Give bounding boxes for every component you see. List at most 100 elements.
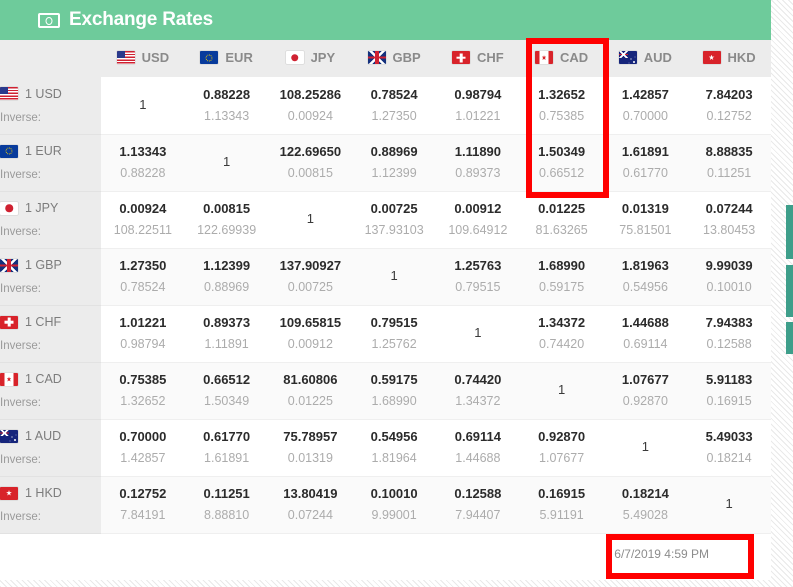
inverse-rate-value: 1.68990 — [371, 393, 417, 408]
rate-value: 1.27350 — [119, 257, 167, 273]
rate-cell: 0.16915 5.91191 — [519, 476, 604, 534]
rate-value: 137.90927 — [279, 257, 342, 273]
rate-value: 0.16915 — [538, 485, 586, 501]
column-header-chf: CHF — [436, 40, 520, 77]
rate-value: 5.49033 — [705, 428, 753, 444]
rate-cell: 1 — [352, 248, 436, 306]
rate-cell: 0.01319 75.81501 — [603, 191, 688, 249]
rate-cell: 1.07677 0.92870 — [603, 362, 688, 420]
rate-cell: 1.25763 0.79515 — [436, 248, 520, 306]
inverse-rate-value: 1.13343 — [204, 108, 250, 123]
inverse-label: Inverse: — [0, 454, 41, 466]
inverse-rate-value: 0.75385 — [539, 108, 585, 123]
flag-gbp-icon — [0, 258, 18, 272]
flag-eur-icon — [200, 51, 219, 64]
row-header-jpy: 1 JPY Inverse: — [0, 191, 101, 249]
rate-cell: 1.81963 0.54956 — [603, 248, 688, 306]
rate-cell: 0.11251 8.88810 — [184, 476, 269, 534]
rate-value: 0.70000 — [119, 428, 167, 444]
inverse-rate-value: 0.66512 — [539, 165, 585, 180]
money-bill-icon — [38, 13, 60, 28]
flag-chf-icon — [452, 51, 471, 64]
rate-value: 1.42857 — [621, 86, 669, 102]
row-header-usd: 1 USD Inverse: — [0, 77, 101, 135]
rate-cell: 0.00912 109.64912 — [436, 191, 520, 249]
inverse-rate-value: 7.84191 — [120, 507, 166, 522]
rate-cell: 0.01225 81.63265 — [519, 191, 604, 249]
table-header-row: USD EUR JPY GBP CHF CAD AUD HKD — [0, 40, 771, 77]
table-row: 1 AUD Inverse: 0.70000 1.42857 0.61770 1.6189… — [0, 419, 771, 477]
rate-value: 1.32652 — [538, 86, 586, 102]
rate-value: 0.12752 — [119, 485, 167, 501]
rate-cell: 1 — [268, 191, 353, 249]
inverse-rate-value: 0.88969 — [204, 279, 250, 294]
inverse-rate-value: 1.07677 — [539, 450, 585, 465]
rate-cell: 0.54956 1.81964 — [352, 419, 436, 477]
rate-value: 75.78957 — [283, 428, 338, 444]
flag-gbp-icon — [367, 51, 386, 64]
rate-cell: 1 — [184, 134, 269, 192]
rate-cell: 7.84203 0.12752 — [687, 77, 771, 135]
rate-value: 7.84203 — [705, 86, 753, 102]
rate-cell: 0.18214 5.49028 — [603, 476, 688, 534]
scrollbar-thumb-segment[interactable] — [786, 322, 793, 354]
inverse-rate-value: 1.01221 — [455, 108, 501, 123]
inverse-rate-value: 1.81964 — [371, 450, 417, 465]
rate-value: 0.61770 — [203, 428, 251, 444]
rate-value: 1 — [725, 496, 733, 512]
column-header-cad: CAD — [519, 40, 604, 77]
timestamp-label: 6/7/2019 4:59 PM — [614, 546, 709, 561]
rate-cell: 1.44688 0.69114 — [603, 305, 688, 363]
flag-aud-icon — [618, 51, 637, 64]
column-header-label: CAD — [560, 50, 589, 65]
rate-value: 1.68990 — [538, 257, 586, 273]
scrollbar-thumb-segment[interactable] — [786, 265, 793, 317]
flag-jpy-icon — [0, 201, 18, 215]
rate-value: 1.34372 — [538, 314, 586, 330]
inverse-rate-value: 1.25762 — [371, 336, 417, 351]
rate-value: 1.25763 — [454, 257, 502, 273]
rate-value: 1.11890 — [454, 143, 502, 159]
rate-cell: 0.74420 1.34372 — [436, 362, 520, 420]
column-header-label: GBP — [392, 50, 421, 65]
rate-value: 0.69114 — [454, 428, 502, 444]
rate-value: 109.65815 — [279, 314, 342, 330]
rate-value: 1.13343 — [119, 143, 167, 159]
rate-cell: 0.69114 1.44688 — [436, 419, 520, 477]
row-header-cad: 1 CAD Inverse: — [0, 362, 101, 420]
row-header-hkd: 1 HKD Inverse: — [0, 476, 101, 534]
rate-value: 0.88969 — [370, 143, 418, 159]
rate-value: 1.81963 — [621, 257, 669, 273]
inverse-rate-value: 0.07244 — [287, 507, 333, 522]
flag-cad-icon — [0, 372, 18, 386]
scrollbar-thumb-segment[interactable] — [786, 205, 793, 259]
inverse-label: Inverse: — [0, 226, 41, 238]
inverse-rate-value: 0.88228 — [120, 165, 166, 180]
row-label-text: 1 EUR — [25, 144, 62, 158]
rate-cell: 0.78524 1.27350 — [352, 77, 436, 135]
rate-cell: 75.78957 0.01319 — [268, 419, 353, 477]
rate-value: 1.61891 — [621, 143, 669, 159]
rate-cell: 1 — [603, 419, 688, 477]
row-header-eur: 1 EUR Inverse: — [0, 134, 101, 192]
rate-cell: 0.00725 137.93103 — [352, 191, 436, 249]
rate-value: 81.60806 — [283, 371, 338, 387]
column-header-label: EUR — [225, 50, 253, 65]
rate-value: 0.00912 — [454, 200, 502, 216]
flag-cad-icon — [535, 51, 554, 64]
rate-cell: 0.07244 13.80453 — [687, 191, 771, 249]
rate-value: 0.78524 — [370, 86, 418, 102]
table-row: 1 CHF Inverse: 1.01221 0.98794 0.89373 1.1189… — [0, 305, 771, 363]
table-row: 1 JPY Inverse: 0.00924 108.22511 0.00815 122.… — [0, 191, 771, 249]
rate-cell: 0.66512 1.50349 — [184, 362, 269, 420]
inverse-rate-value: 13.80453 — [703, 222, 756, 237]
inverse-rate-value: 75.81501 — [619, 222, 672, 237]
exchange-rates-widget: Exchange Rates USD EUR JPY GBP CHF CAD AUD HKD … — [0, 0, 771, 580]
table-row: 1 GBP Inverse: 1.27350 0.78524 1.12399 0.8896… — [0, 248, 771, 306]
inverse-label: Inverse: — [0, 511, 41, 523]
inverse-rate-value: 0.59175 — [539, 279, 585, 294]
column-header-usd: USD — [101, 40, 185, 77]
rate-cell: 0.75385 1.32652 — [101, 362, 185, 420]
inverse-rate-value: 0.61770 — [622, 165, 668, 180]
rate-cell: 0.98794 1.01221 — [436, 77, 520, 135]
